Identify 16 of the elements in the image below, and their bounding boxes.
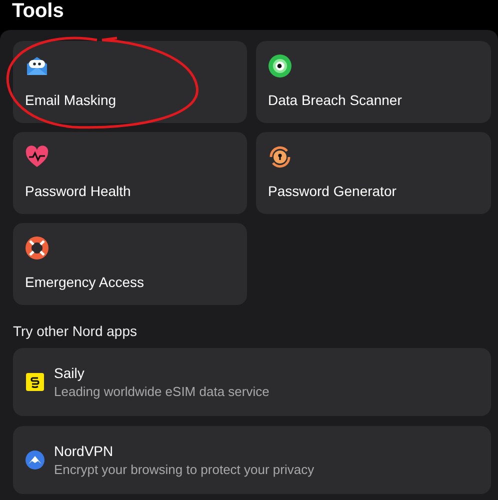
page-title: Tools xyxy=(12,0,65,22)
scanner-icon xyxy=(268,54,292,78)
section-heading: Try other Nord apps xyxy=(13,323,138,339)
s-logo-icon xyxy=(25,372,45,392)
lifebuoy-icon xyxy=(25,236,49,260)
tool-tile[interactable]: Password Health xyxy=(13,132,247,214)
app-card[interactable]: Saily Leading worldwide eSIM data service xyxy=(13,348,491,416)
tool-tile[interactable]: Email Masking xyxy=(13,41,247,123)
mountain-logo-icon xyxy=(25,450,45,470)
keyhole-refresh-icon xyxy=(268,145,292,169)
app-card[interactable]: NordVPN Encrypt your browsing to protect your privacy xyxy=(13,426,491,494)
tool-tile[interactable]: Data Breach Scanner xyxy=(256,41,491,123)
tool-tile[interactable]: Emergency Access xyxy=(13,223,247,305)
envelope-mask-icon xyxy=(25,54,49,78)
heart-pulse-icon xyxy=(25,145,49,169)
tool-tile[interactable]: Password Generator xyxy=(256,132,491,214)
